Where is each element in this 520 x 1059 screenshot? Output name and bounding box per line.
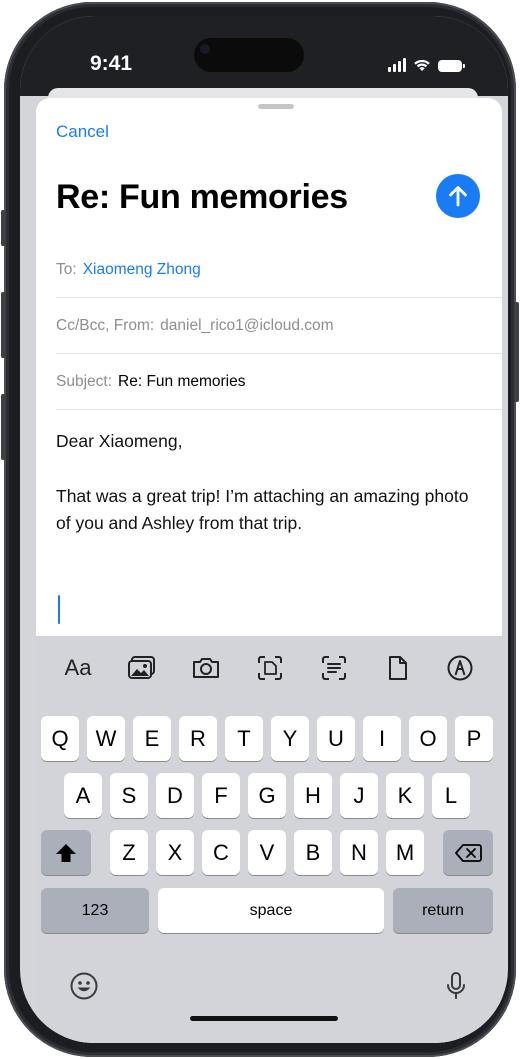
home-indicator[interactable] (190, 1016, 338, 1021)
arrow-up-icon (449, 186, 467, 207)
key-u[interactable]: U (317, 716, 355, 761)
key-y[interactable]: Y (271, 716, 309, 761)
key-r[interactable]: R (179, 716, 217, 761)
text-cursor (58, 595, 60, 624)
action-button (1, 210, 6, 246)
key-o[interactable]: O (409, 716, 447, 761)
shift-icon (56, 843, 76, 862)
dictation-button[interactable] (436, 966, 476, 1006)
emoji-button[interactable] (64, 966, 104, 1006)
status-icons (388, 56, 465, 72)
screen: 9:41 Cancel Re: Fun memories To: Xiaomen… (20, 16, 508, 1043)
delete-key[interactable] (443, 830, 493, 875)
subject-field[interactable]: Subject: Re: Fun memories (56, 354, 502, 410)
key-w[interactable]: W (87, 716, 125, 761)
photo-library-icon (128, 656, 155, 679)
key-l[interactable]: L (432, 773, 470, 818)
body-greeting[interactable]: Dear Xiaomeng, (56, 428, 486, 455)
front-camera (200, 44, 210, 54)
format-label: Aa (64, 655, 92, 680)
markup-button[interactable] (440, 648, 480, 688)
photo-library-button[interactable] (122, 648, 162, 688)
to-field[interactable]: To: Xiaomeng Zhong (56, 242, 502, 298)
scan-text-button[interactable] (314, 648, 354, 688)
attach-file-icon (389, 656, 407, 680)
status-time: 9:41 (90, 52, 133, 75)
wifi-icon (414, 59, 430, 71)
key-g[interactable]: G (248, 773, 286, 818)
compose-title: Re: Fun memories (56, 178, 348, 216)
send-button[interactable] (436, 174, 480, 218)
keyboard-toolbar: Aa (36, 648, 502, 688)
markup-icon (447, 655, 473, 681)
key-d[interactable]: D (156, 773, 194, 818)
side-button (514, 302, 519, 402)
cancel-button[interactable]: Cancel (56, 122, 109, 142)
space-key[interactable]: space (158, 888, 384, 933)
cc-from-field[interactable]: Cc/Bcc, From: daniel_rico1@icloud.com (56, 298, 502, 354)
dynamic-island (194, 38, 304, 72)
key-q[interactable]: Q (41, 716, 79, 761)
scan-text-icon (322, 656, 346, 680)
cc-from-label: Cc/Bcc, From: (56, 316, 155, 334)
camera-button[interactable] (186, 648, 226, 688)
volume-down-button (1, 394, 6, 460)
status-bar: 9:41 (20, 16, 508, 96)
emoji-icon (70, 972, 98, 1000)
format-button[interactable]: Aa (58, 648, 98, 688)
attach-file-button[interactable] (378, 648, 418, 688)
numbers-key[interactable]: 123 (41, 888, 149, 933)
shift-key[interactable] (41, 830, 91, 875)
key-m[interactable]: M (386, 830, 424, 875)
key-z[interactable]: Z (110, 830, 148, 875)
microphone-icon (447, 972, 465, 999)
from-address[interactable]: daniel_rico1@icloud.com (160, 317, 333, 335)
subject-input[interactable]: Re: Fun memories (118, 373, 245, 391)
key-t[interactable]: T (225, 716, 263, 761)
battery-icon (438, 60, 465, 72)
key-p[interactable]: P (455, 716, 493, 761)
scan-document-icon (258, 656, 282, 680)
sheet-grabber[interactable] (258, 104, 294, 109)
key-x[interactable]: X (156, 830, 194, 875)
body-paragraph[interactable]: That was a great trip! I’m attaching an … (56, 483, 486, 537)
key-v[interactable]: V (248, 830, 286, 875)
key-j[interactable]: J (340, 773, 378, 818)
delete-icon (455, 843, 482, 862)
key-a[interactable]: A (64, 773, 102, 818)
camera-icon (193, 658, 219, 678)
scan-document-button[interactable] (250, 648, 290, 688)
key-f[interactable]: F (202, 773, 240, 818)
key-s[interactable]: S (110, 773, 148, 818)
phone-frame: 9:41 Cancel Re: Fun memories To: Xiaomen… (1, 2, 519, 1057)
key-e[interactable]: E (133, 716, 171, 761)
to-recipient[interactable]: Xiaomeng Zhong (83, 261, 201, 279)
key-n[interactable]: N (340, 830, 378, 875)
subject-label: Subject: (56, 372, 113, 390)
key-h[interactable]: H (294, 773, 332, 818)
key-k[interactable]: K (386, 773, 424, 818)
key-c[interactable]: C (202, 830, 240, 875)
cellular-signal-icon (388, 58, 406, 72)
return-key[interactable]: return (393, 888, 493, 933)
key-i[interactable]: I (363, 716, 401, 761)
keyboard: Aa Q W E R T Y U I O P A S D F G H J K L… (36, 636, 502, 1043)
to-label: To: (56, 260, 77, 278)
volume-up-button (1, 292, 6, 358)
key-b[interactable]: B (294, 830, 332, 875)
